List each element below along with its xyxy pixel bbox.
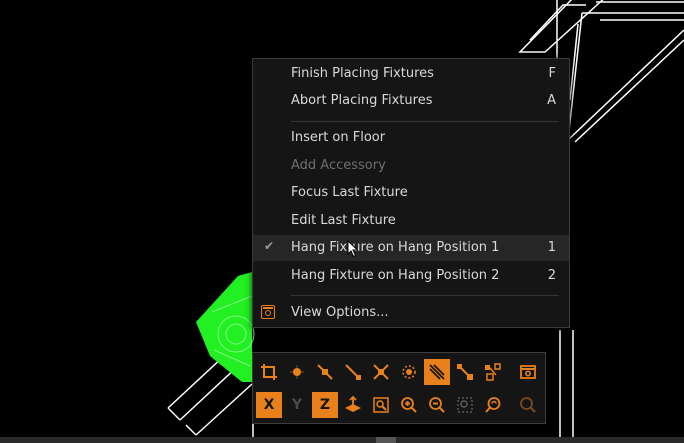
dotted-circle-icon[interactable]: [396, 359, 422, 385]
menu-shortcut: F: [548, 66, 556, 81]
fit-selection-icon[interactable]: [368, 392, 394, 418]
view-options-icon: [261, 305, 275, 319]
menu-item-label: View Options...: [291, 305, 389, 320]
menu-item-label: Abort Placing Fixtures: [291, 93, 433, 108]
menu-item-label: Focus Last Fixture: [291, 185, 408, 200]
context-menu: Finish Placing Fixtures F Abort Placing …: [252, 58, 570, 328]
node-edit-icon[interactable]: [452, 359, 478, 385]
zoom-out-icon[interactable]: [424, 392, 450, 418]
menu-shortcut: 1: [547, 240, 556, 255]
y-axis-lock-button[interactable]: Y: [284, 392, 310, 418]
menu-item-label: Hang Fixture on Hang Position 1: [291, 240, 500, 255]
menu-item-edit-last-fixture[interactable]: Edit Last Fixture: [253, 208, 569, 234]
menu-item-abort-placing[interactable]: Abort Placing Fixtures A: [253, 88, 569, 114]
menu-item-label: Insert on Floor: [291, 130, 386, 145]
zoom-window-icon[interactable]: [452, 392, 478, 418]
line-point-icon[interactable]: [312, 359, 338, 385]
ground-plane-icon[interactable]: [340, 392, 366, 418]
menu-item-add-accessory: Add Accessory: [253, 153, 569, 179]
crop-icon[interactable]: [256, 359, 282, 385]
x-axis-lock-button[interactable]: X: [256, 392, 282, 418]
diagonal-line-icon[interactable]: [340, 359, 366, 385]
menu-separator: [291, 121, 559, 122]
z-axis-label: Z: [319, 397, 331, 413]
menu-separator: [291, 295, 559, 296]
multi-node-icon[interactable]: [480, 359, 506, 385]
menu-shortcut: A: [547, 93, 556, 108]
checkmark-icon: ✔: [264, 239, 275, 253]
menu-item-insert-on-floor[interactable]: Insert on Floor: [253, 125, 569, 151]
scrollbar-thumb[interactable]: [376, 437, 396, 443]
mouse-cursor-icon: [347, 240, 359, 258]
zoom-previous-icon[interactable]: [515, 392, 541, 418]
menu-item-label: Finish Placing Fixtures: [291, 66, 434, 81]
point-icon[interactable]: [284, 359, 310, 385]
fixture-symbol: [196, 272, 255, 382]
menu-item-label: Add Accessory: [291, 158, 386, 173]
menu-item-focus-last-fixture[interactable]: Focus Last Fixture: [253, 180, 569, 206]
horizontal-scrollbar[interactable]: [0, 437, 684, 443]
x-axis-label: X: [263, 397, 275, 413]
zoom-in-icon[interactable]: [396, 392, 422, 418]
menu-item-finish-placing[interactable]: Finish Placing Fixtures F: [253, 61, 569, 87]
z-axis-lock-button[interactable]: Z: [312, 392, 338, 418]
menu-item-view-options[interactable]: View Options...: [253, 300, 569, 326]
menu-item-hang-position-2[interactable]: Hang Fixture on Hang Position 2 2: [253, 263, 569, 289]
zoom-dynamic-icon[interactable]: [480, 392, 506, 418]
menu-shortcut: 2: [547, 268, 556, 283]
snap-toolbar: X Y Z: [252, 352, 546, 424]
menu-item-hang-position-1[interactable]: ✔ Hang Fixture on Hang Position 1 1: [253, 235, 569, 261]
menu-item-label: Edit Last Fixture: [291, 213, 396, 228]
y-axis-label: Y: [291, 397, 303, 413]
cross-snap-icon[interactable]: [368, 359, 394, 385]
hatch-icon[interactable]: [424, 359, 450, 385]
menu-item-label: Hang Fixture on Hang Position 2: [291, 268, 500, 283]
window-icon[interactable]: [515, 359, 541, 385]
